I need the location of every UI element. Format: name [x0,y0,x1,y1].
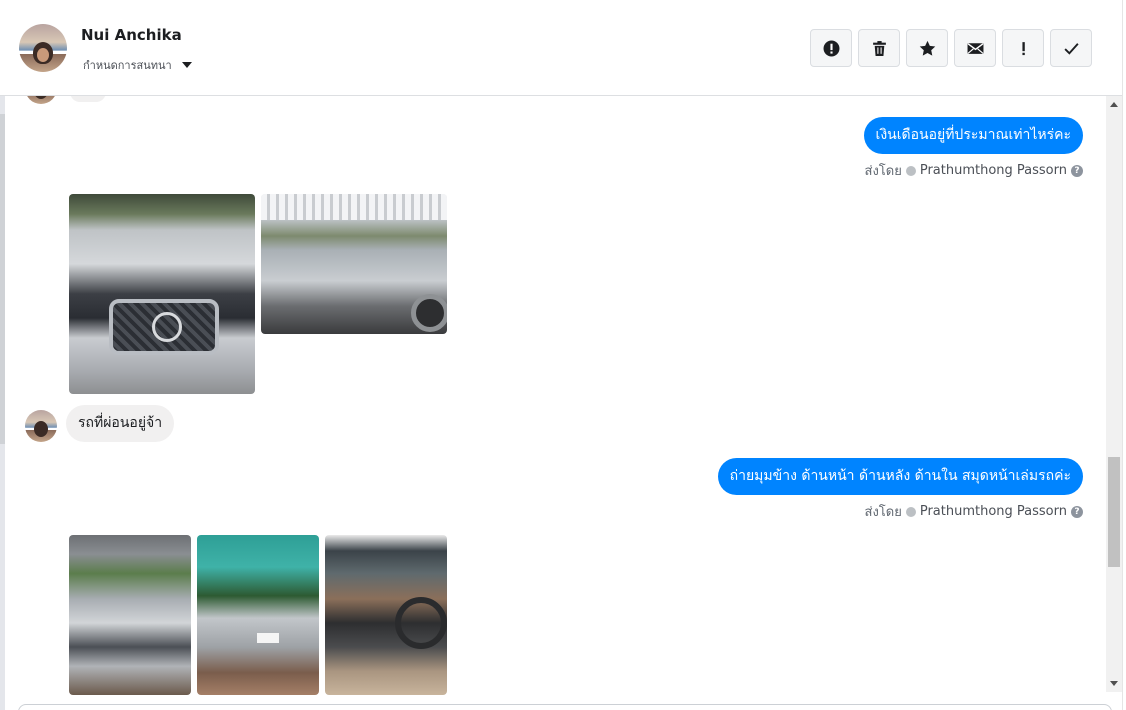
sent-by-line: ส่งโดย Prathumthong Passorn ? [865,501,1083,522]
message-thread[interactable]: เงินเดือนอยู่ที่ประมาณเท่าไหร่คะ ส่งโดย … [8,96,1105,710]
star-icon [919,40,935,56]
assign-label: กำหนดการสนทนา [83,59,172,72]
sender-avatar [25,96,57,104]
sent-by-prefix: ส่งโดย [864,505,902,520]
help-icon[interactable]: ? [1071,505,1083,518]
conversation-toolbar [810,29,1092,67]
contact-name[interactable]: Nui Anchika [81,26,182,44]
sender-avatar[interactable] [25,410,57,442]
sent-by-prefix: ส่งโดย [864,164,902,179]
sent-by-author[interactable]: Prathumthong Passorn [920,163,1067,178]
mail-icon [967,42,983,54]
window-edge [1122,0,1126,710]
message-composer[interactable] [18,704,1112,710]
mark-spam-button[interactable] [1002,29,1044,67]
mark-done-button[interactable] [1050,29,1092,67]
left-scroll-thumb[interactable] [0,114,5,444]
check-icon [1063,42,1079,55]
scrollbar-thumb[interactable] [1108,457,1120,567]
mark-unread-button[interactable] [954,29,996,67]
report-icon [823,40,839,56]
help-icon[interactable]: ? [1071,164,1083,177]
scroll-up-icon[interactable] [1110,102,1118,107]
messenger-conversation: Nui Anchika กำหนดการสนทนา เงินเดือนอยู่ท… [0,0,1126,710]
delete-button[interactable] [858,29,900,67]
caret-down-icon [181,62,192,68]
photo-car-front[interactable] [69,194,255,394]
assign-conversation-dropdown[interactable]: กำหนดการสนทนา [83,56,192,74]
photo-car-carport[interactable] [69,535,191,695]
photo-car-side[interactable] [261,194,447,334]
star-button[interactable] [906,29,948,67]
verified-icon [905,506,916,517]
thread-scrollbar[interactable] [1106,96,1122,692]
sent-by-line: ส่งโดย Prathumthong Passorn ? [865,160,1083,181]
conversation-header: Nui Anchika กำหนดการสนทนา [0,0,1126,96]
incoming-message-bubble [70,96,106,102]
verified-icon [905,165,916,176]
exclamation-icon [1021,41,1025,55]
outgoing-message-bubble[interactable]: เงินเดือนอยู่ที่ประมาณเท่าไหร่คะ [863,117,1083,154]
incoming-message-bubble[interactable]: รถที่ผ่อนอยู่จ้า [66,405,175,442]
contact-avatar[interactable] [19,24,67,72]
photo-car-interior[interactable] [325,535,447,695]
report-button[interactable] [810,29,852,67]
sent-by-author[interactable]: Prathumthong Passorn [920,504,1067,519]
left-scroll-edge [0,96,5,710]
photo-car-rear[interactable] [197,535,319,695]
scroll-down-icon[interactable] [1110,681,1118,686]
outgoing-message-bubble[interactable]: ถ่ายมุมข้าง ด้านหน้า ด้านหลัง ด้านใน สมุ… [717,458,1083,495]
trash-icon [872,40,886,56]
